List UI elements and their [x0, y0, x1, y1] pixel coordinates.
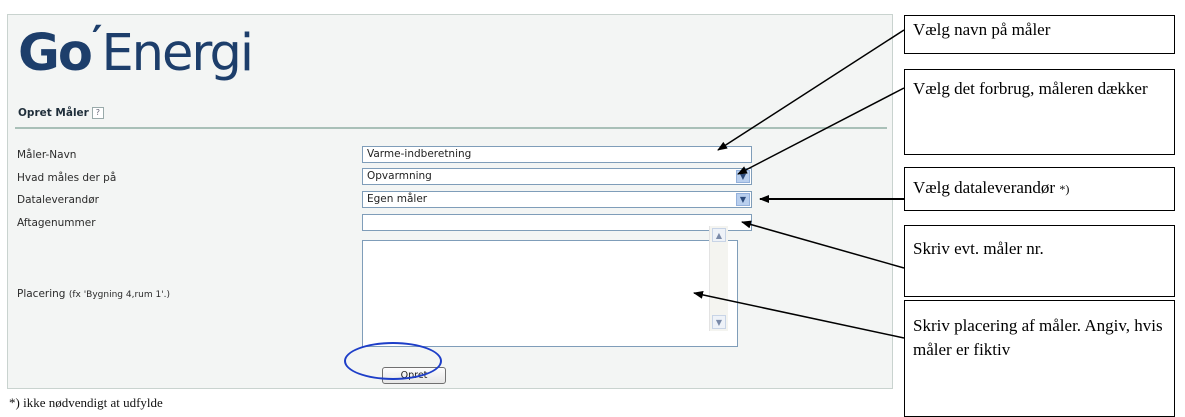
- arrow-navn: [717, 29, 905, 151]
- arrow-placering: [693, 290, 905, 339]
- arrow-forbrug: [737, 87, 905, 175]
- annotation-arrows: [693, 29, 905, 339]
- arrow-maalernr: [741, 220, 905, 269]
